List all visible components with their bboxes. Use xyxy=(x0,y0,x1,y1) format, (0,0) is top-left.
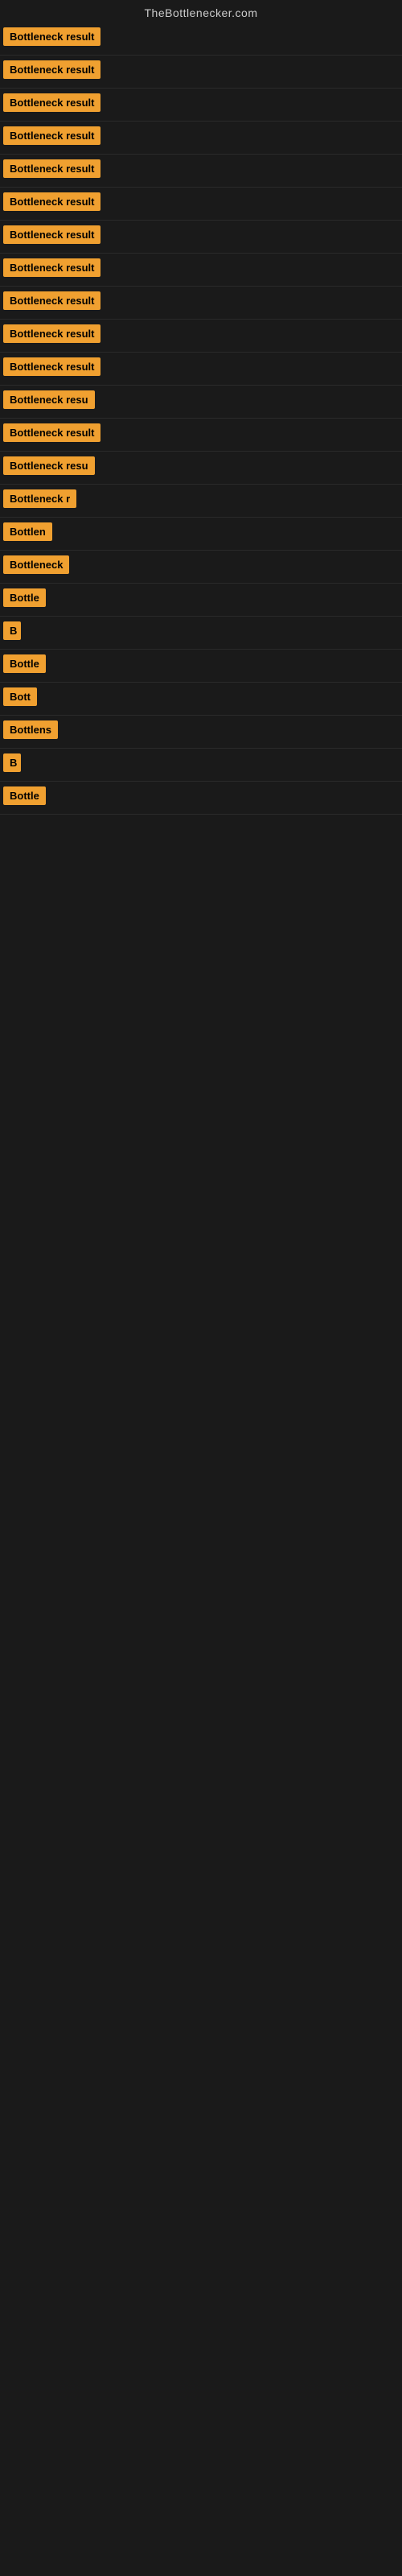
results-container: Bottleneck result Bottleneck result Bottle… xyxy=(0,23,402,1942)
result-row[interactable]: Bottleneck result xyxy=(0,56,402,89)
result-row[interactable]: Bottle xyxy=(0,782,402,815)
result-row[interactable]: Bottleneck result xyxy=(0,287,402,320)
result-row[interactable]: Bottle xyxy=(0,650,402,683)
result-row[interactable]: Bottlen xyxy=(0,518,402,551)
bottleneck-badge[interactable]: Bottleneck result xyxy=(3,258,100,277)
bottleneck-badge[interactable]: Bottleneck resu xyxy=(3,390,95,409)
bottleneck-badge[interactable]: Bottleneck result xyxy=(3,291,100,310)
result-row[interactable]: B xyxy=(0,749,402,782)
bottleneck-badge[interactable]: Bottleneck result xyxy=(3,126,100,145)
bottleneck-badge[interactable]: Bottleneck r xyxy=(3,489,76,508)
bottleneck-badge[interactable]: Bottleneck result xyxy=(3,423,100,442)
bottleneck-badge[interactable]: Bottleneck resu xyxy=(3,456,95,475)
result-row[interactable]: Bottleneck result xyxy=(0,419,402,452)
result-row[interactable]: Bottleneck r xyxy=(0,485,402,518)
bottleneck-badge[interactable]: Bottle xyxy=(3,654,46,673)
site-title: TheBottlenecker.com xyxy=(0,0,402,23)
result-row[interactable]: Bottleneck result xyxy=(0,122,402,155)
bottleneck-badge[interactable]: Bottleneck xyxy=(3,555,69,574)
result-row[interactable]: Bott xyxy=(0,683,402,716)
bottleneck-badge[interactable]: Bottleneck result xyxy=(3,60,100,79)
result-row[interactable]: Bottleneck result xyxy=(0,353,402,386)
bottleneck-badge[interactable]: Bottle xyxy=(3,786,46,805)
result-row[interactable]: Bottleneck result xyxy=(0,23,402,56)
bottleneck-badge[interactable]: B xyxy=(3,753,21,772)
bottleneck-badge[interactable]: Bottleneck result xyxy=(3,192,100,211)
result-row[interactable]: Bottleneck result xyxy=(0,254,402,287)
result-row[interactable]: B xyxy=(0,617,402,650)
bottleneck-badge[interactable]: Bott xyxy=(3,687,37,706)
result-row[interactable]: Bottleneck result xyxy=(0,221,402,254)
bottleneck-badge[interactable]: Bottleneck result xyxy=(3,324,100,343)
result-row[interactable]: Bottleneck xyxy=(0,551,402,584)
bottleneck-badge[interactable]: B xyxy=(3,621,21,640)
bottleneck-badge[interactable]: Bottleneck result xyxy=(3,27,100,46)
bottleneck-badge[interactable]: Bottleneck result xyxy=(3,225,100,244)
bottleneck-badge[interactable]: Bottleneck result xyxy=(3,93,100,112)
bottleneck-badge[interactable]: Bottle xyxy=(3,588,46,607)
site-title-bar: TheBottlenecker.com xyxy=(0,0,402,23)
result-row[interactable]: Bottleneck resu xyxy=(0,452,402,485)
result-row[interactable]: Bottleneck result xyxy=(0,89,402,122)
bottleneck-badge[interactable]: Bottlens xyxy=(3,720,58,739)
result-row[interactable]: Bottleneck result xyxy=(0,188,402,221)
result-row[interactable]: Bottleneck result xyxy=(0,155,402,188)
result-row[interactable]: Bottlens xyxy=(0,716,402,749)
bottleneck-badge[interactable]: Bottleneck result xyxy=(3,357,100,376)
result-row[interactable]: Bottleneck resu xyxy=(0,386,402,419)
bottleneck-badge[interactable]: Bottlen xyxy=(3,522,52,541)
bottleneck-badge[interactable]: Bottleneck result xyxy=(3,159,100,178)
result-row[interactable]: Bottleneck result xyxy=(0,320,402,353)
bottom-spacer xyxy=(0,815,402,1942)
result-row[interactable]: Bottle xyxy=(0,584,402,617)
